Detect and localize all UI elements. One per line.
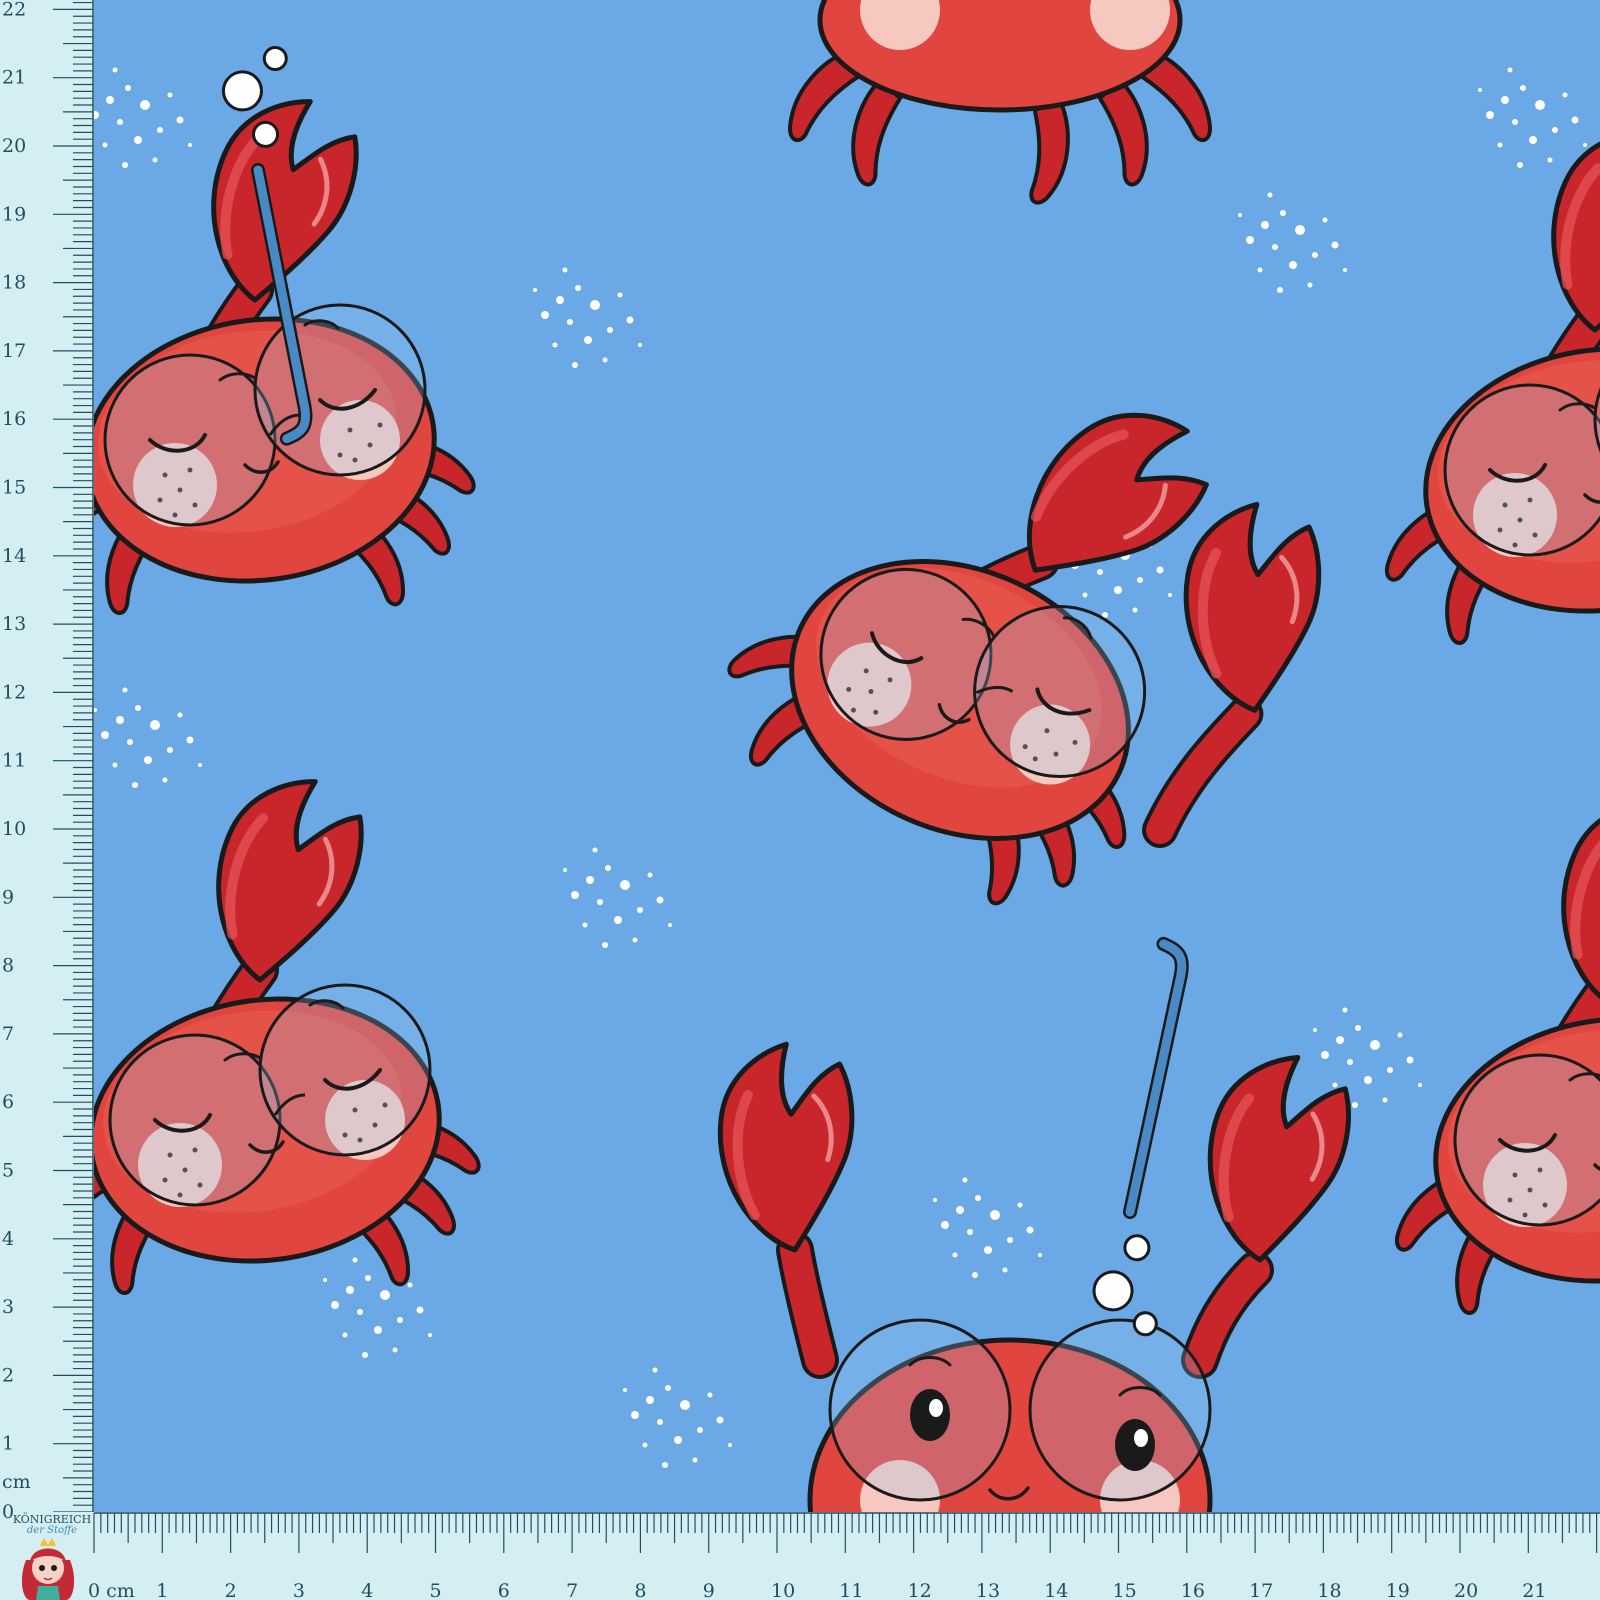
vertical-ruler-label: 22 <box>2 0 26 20</box>
horizontal-ruler-label: 12 <box>908 1580 932 1600</box>
vertical-ruler-label: 16 <box>2 408 26 430</box>
vertical-ruler-label: 2 <box>2 1364 14 1386</box>
vertical-ruler-label: 9 <box>2 886 14 908</box>
vertical-ruler-label: 1 <box>2 1433 14 1455</box>
vertical-ruler-label: 20 <box>2 135 26 157</box>
horizontal-ruler-label: 19 <box>1386 1580 1410 1600</box>
fabric-pattern <box>94 0 1600 1512</box>
horizontal-ruler-label: 0 cm <box>88 1580 135 1600</box>
horizontal-ruler-label: 6 <box>498 1580 510 1600</box>
horizontal-ruler-label: 7 <box>566 1580 578 1600</box>
horizontal-ruler-label: 1 <box>156 1580 168 1600</box>
vertical-ruler-label: 15 <box>2 477 26 499</box>
horizontal-ruler-label: 20 <box>1454 1580 1478 1600</box>
horizontal-ruler-label: 5 <box>430 1580 442 1600</box>
vertical-ruler-label: 21 <box>2 67 26 89</box>
horizontal-ruler <box>0 1512 1600 1600</box>
horizontal-ruler-label: 13 <box>976 1580 1000 1600</box>
vertical-ruler-label: 11 <box>2 750 26 772</box>
vertical-ruler-label: 5 <box>2 1160 14 1182</box>
vertical-ruler-label: 8 <box>2 955 14 977</box>
vertical-ruler-label: 10 <box>2 818 26 840</box>
horizontal-ruler-label: 10 <box>771 1580 795 1600</box>
brand-subtitle: der Stoffe <box>26 1525 78 1536</box>
vertical-ruler-label: 14 <box>2 545 26 567</box>
horizontal-ruler-label: 16 <box>1181 1580 1205 1600</box>
vertical-ruler-label: 3 <box>2 1296 14 1318</box>
fabric-preview: 012345678910111213141516171819202122 0 c… <box>0 0 1600 1600</box>
horizontal-ruler-label: 4 <box>361 1580 373 1600</box>
horizontal-ruler-label: 14 <box>1044 1580 1068 1600</box>
horizontal-ruler-label: 17 <box>1249 1580 1273 1600</box>
horizontal-ruler-label: 15 <box>1113 1580 1137 1600</box>
vertical-ruler-label: 7 <box>2 1023 14 1045</box>
horizontal-ruler-label: 3 <box>293 1580 305 1600</box>
vertical-ruler-label: 6 <box>2 1091 14 1113</box>
horizontal-ruler-label: 8 <box>634 1580 646 1600</box>
vertical-ruler-label: 18 <box>2 272 26 294</box>
vertical-ruler-label: 4 <box>2 1228 14 1250</box>
horizontal-ruler-label: 11 <box>839 1580 863 1600</box>
brand-logo: KÖNIGREICH der Stoffe <box>8 1514 96 1536</box>
horizontal-ruler-label: 2 <box>225 1580 237 1600</box>
horizontal-ruler-label: 9 <box>703 1580 715 1600</box>
horizontal-ruler-label: 21 <box>1522 1580 1546 1600</box>
vertical-ruler-label: 12 <box>2 681 26 703</box>
ruler-unit-label: cm <box>2 1471 31 1493</box>
horizontal-ruler-label: 18 <box>1317 1580 1341 1600</box>
vertical-ruler-label: 13 <box>2 613 26 635</box>
vertical-ruler-label: 19 <box>2 203 26 225</box>
vertical-ruler-label: 17 <box>2 340 26 362</box>
